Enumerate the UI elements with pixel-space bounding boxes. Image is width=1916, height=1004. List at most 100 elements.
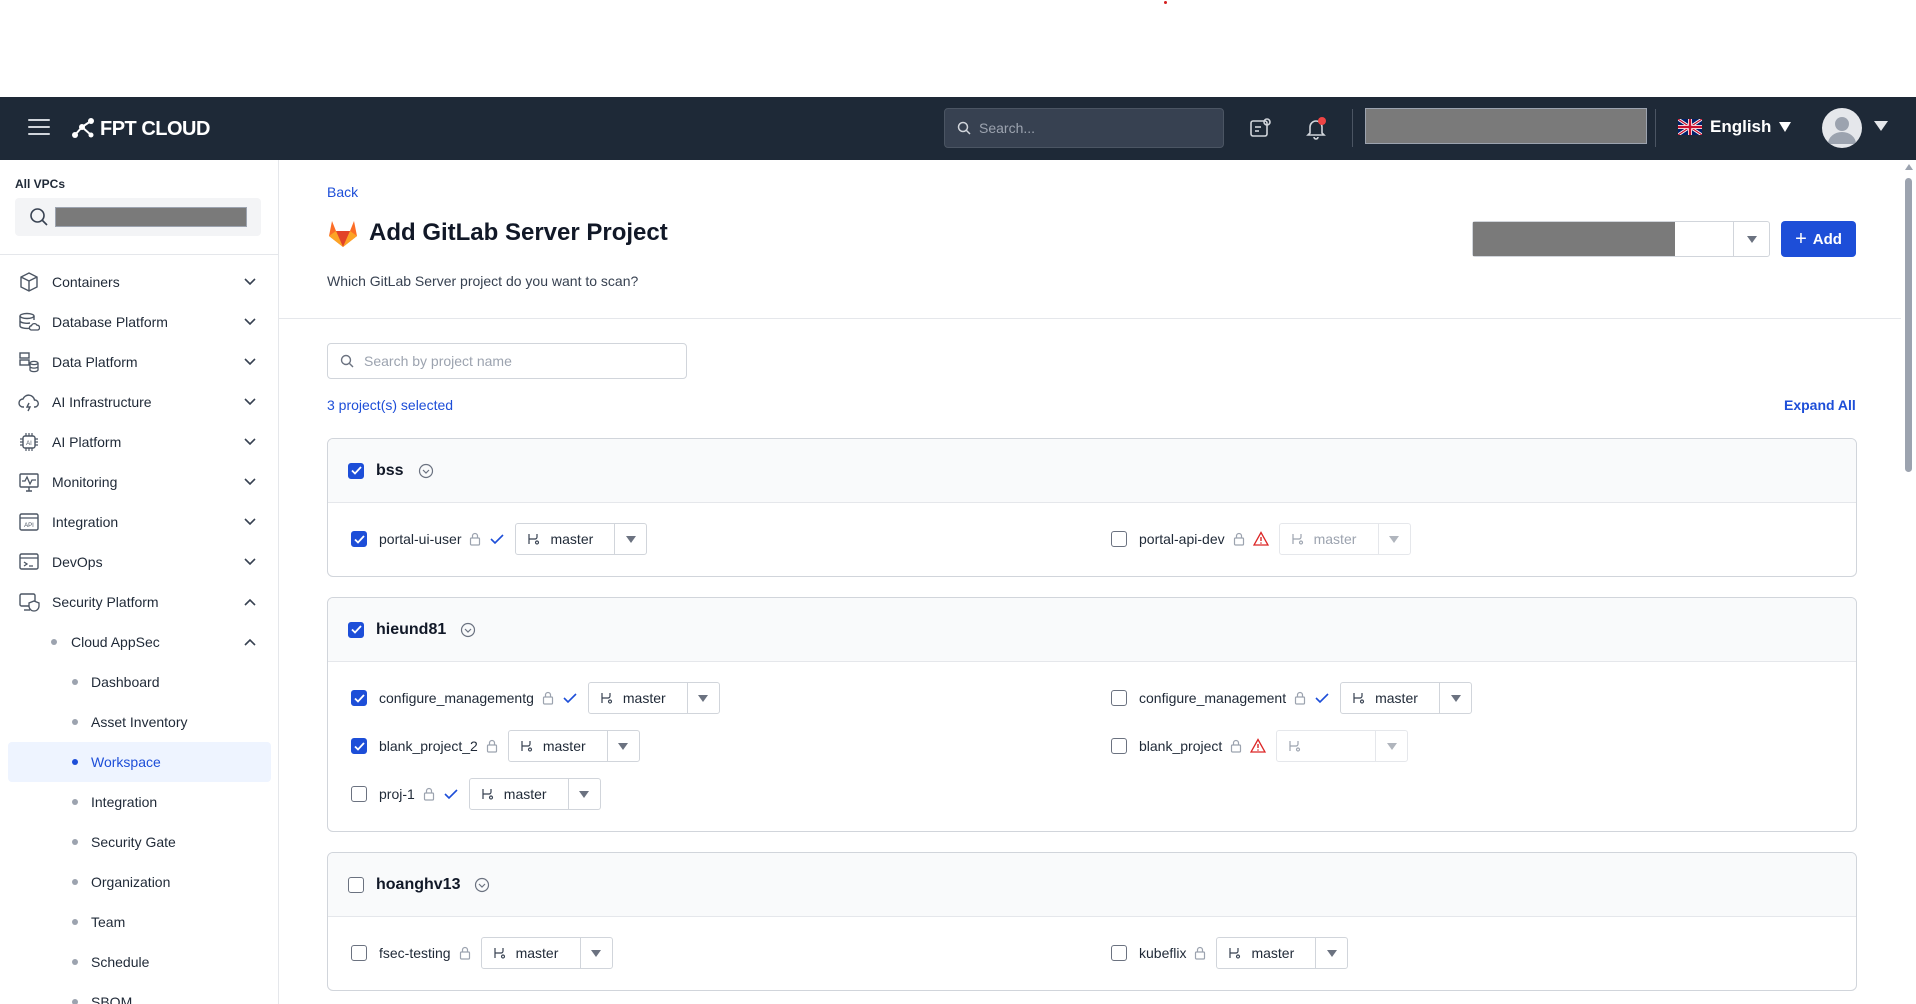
branch-caret[interactable]	[606, 731, 639, 761]
back-link[interactable]: Back	[327, 184, 358, 200]
branch-select[interactable]: master	[1216, 937, 1349, 969]
lock-icon	[459, 946, 470, 960]
collapse-circle-icon[interactable]	[474, 877, 490, 893]
sidebar-item-team[interactable]: Team	[0, 902, 278, 942]
shield-monitor-icon	[19, 593, 40, 612]
branch-select[interactable]: master	[480, 937, 613, 969]
select-caret[interactable]	[1733, 222, 1769, 256]
sidebar-item-containers[interactable]: Containers	[0, 262, 278, 302]
branch-select[interactable]: master	[515, 523, 648, 555]
language-selector[interactable]: English	[1678, 117, 1792, 137]
menu-icon[interactable]	[28, 119, 50, 137]
branch-caret[interactable]	[1315, 938, 1347, 968]
vpc-select[interactable]	[15, 198, 261, 236]
sidebar-item-organization[interactable]: Organization	[0, 862, 278, 902]
chevron-down-icon	[244, 558, 256, 566]
group-checkbox[interactable]	[348, 621, 364, 638]
page-scrollbar[interactable]	[1901, 160, 1916, 1004]
collapse-circle-icon[interactable]	[460, 622, 476, 638]
sidebar-item-ai-infrastructure[interactable]: AI Infrastructure	[0, 382, 278, 422]
project-checkbox[interactable]	[351, 786, 367, 802]
project-checkbox[interactable]	[1111, 945, 1127, 961]
project-checkbox[interactable]	[351, 738, 367, 754]
project-name: blank_project_2	[379, 738, 478, 754]
sidebar-item-ai-platform[interactable]: AI AI Platform	[0, 422, 278, 462]
check-icon	[350, 466, 362, 475]
sidebar-item-workspace[interactable]: Workspace	[8, 742, 271, 782]
sidebar-item-devops[interactable]: DevOps	[0, 542, 278, 582]
sidebar-item-label: Workspace	[91, 754, 161, 770]
group-checkbox[interactable]	[348, 876, 364, 893]
branch-select[interactable]: master	[1340, 682, 1473, 714]
sidebar-item-monitoring[interactable]: Monitoring	[0, 462, 278, 502]
bullet-dot-icon	[72, 679, 78, 685]
collapse-circle-icon[interactable]	[418, 463, 434, 479]
expand-all-link[interactable]: Expand All	[1784, 397, 1856, 413]
bullet-dot-icon	[72, 999, 78, 1004]
scroll-up-arrow-icon[interactable]	[1905, 164, 1913, 170]
branch-select[interactable]	[1276, 730, 1409, 762]
caret-down-icon	[1389, 535, 1400, 543]
header-divider	[1352, 109, 1353, 147]
check-mark-icon	[563, 693, 577, 704]
global-search[interactable]	[944, 108, 1224, 148]
branch-caret[interactable]	[686, 683, 719, 713]
sidebar-nav: Containers Database Platform Data Platfo…	[0, 262, 278, 1004]
branch-name: master	[542, 738, 586, 754]
branch-select[interactable]: master	[468, 778, 601, 810]
branch-caret[interactable]	[614, 524, 646, 554]
project-checkbox[interactable]	[351, 690, 367, 706]
warning-icon	[1250, 738, 1267, 753]
branch-name: master	[1251, 945, 1295, 961]
branch-select[interactable]: master	[507, 730, 640, 762]
project-checkbox[interactable]	[351, 531, 367, 547]
sidebar-item-asset-inventory[interactable]: Asset Inventory	[0, 702, 278, 742]
lock-icon	[1195, 946, 1206, 960]
gitlab-server-select[interactable]	[1472, 221, 1770, 257]
devops-window-icon	[19, 553, 39, 570]
project-item: portal-api-dev master	[1111, 523, 1411, 555]
branch-caret[interactable]	[1439, 683, 1471, 713]
project-name: configure_managementg	[379, 690, 534, 706]
user-avatar[interactable]	[1822, 108, 1862, 148]
project-checkbox[interactable]	[1111, 738, 1127, 754]
group-checkbox[interactable]	[348, 462, 364, 479]
header-divider	[1655, 109, 1656, 147]
scroll-thumb[interactable]	[1905, 178, 1912, 472]
sidebar-item-integration[interactable]: API Integration	[0, 502, 278, 542]
branch-caret[interactable]	[567, 779, 600, 809]
notification-bell-icon[interactable]	[1303, 115, 1329, 141]
sidebar-item-integration-sub[interactable]: Integration	[0, 782, 278, 822]
project-checkbox[interactable]	[1111, 531, 1127, 547]
sidebar-item-security-platform[interactable]: Security Platform	[0, 582, 278, 622]
branch-caret[interactable]	[1377, 524, 1410, 554]
ticket-icon[interactable]	[1247, 115, 1273, 141]
add-button[interactable]: + Add	[1781, 221, 1856, 257]
project-item: kubeflix master	[1111, 937, 1349, 969]
branch-caret[interactable]	[579, 938, 612, 968]
search-icon	[340, 354, 354, 368]
project-search[interactable]	[327, 343, 687, 379]
top-header: FPT CLOUD English	[0, 97, 1916, 160]
user-menu-caret-icon[interactable]	[1874, 121, 1888, 131]
sidebar-item-data-platform[interactable]: Data Platform	[0, 342, 278, 382]
sidebar-item-database-platform[interactable]: Database Platform	[0, 302, 278, 342]
project-search-input[interactable]	[364, 353, 664, 369]
branch-select[interactable]: master	[1278, 523, 1411, 555]
sidebar-item-schedule[interactable]: Schedule	[0, 942, 278, 982]
group-header: hieund81	[328, 598, 1856, 662]
project-checkbox[interactable]	[1111, 690, 1127, 706]
sidebar-item-dashboard[interactable]: Dashboard	[0, 662, 278, 702]
content-divider	[279, 318, 1901, 319]
branch-caret[interactable]	[1375, 731, 1407, 761]
sidebar-item-label: Data Platform	[52, 354, 138, 370]
sidebar-item-cloud-appsec[interactable]: Cloud AppSec	[0, 622, 278, 662]
branch-name: master	[503, 786, 547, 802]
fpt-cloud-logo[interactable]: FPT CLOUD	[70, 115, 210, 143]
sidebar-item-sbom[interactable]: SBOM	[0, 982, 278, 1004]
bullet-dot-icon	[72, 719, 78, 725]
global-search-input[interactable]	[979, 120, 1199, 136]
branch-select[interactable]: master	[587, 682, 720, 714]
project-checkbox[interactable]	[351, 945, 367, 961]
sidebar-item-security-gate[interactable]: Security Gate	[0, 822, 278, 862]
